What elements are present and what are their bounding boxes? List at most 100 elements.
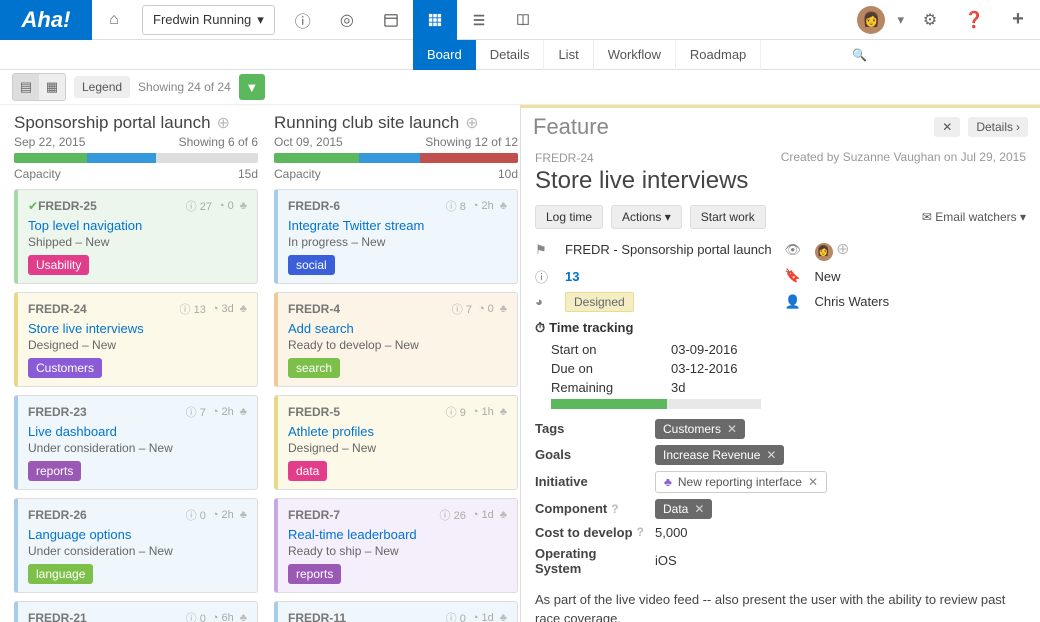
sitemap-icon[interactable]: ♣ — [500, 612, 507, 622]
capacity-value: 15d — [238, 167, 258, 181]
cost-value[interactable]: 5,000 — [655, 525, 688, 540]
feature-card[interactable]: FREDR-4ⓘ 7◔ 0♣Add searchReady to develop… — [274, 292, 518, 387]
feature-card[interactable]: FREDR-21ⓘ 0◔ 6h♣Highlight tour stagesUnd… — [14, 601, 258, 622]
score-link[interactable]: 13 — [565, 269, 777, 284]
user-avatar[interactable]: 👩 — [849, 0, 893, 40]
target-icon[interactable]: ◎ — [325, 0, 369, 40]
tag-chip[interactable]: Customers✕ — [655, 419, 745, 439]
feature-title[interactable]: Store live interviews — [535, 167, 1026, 195]
sitemap-icon[interactable]: ♣ — [500, 509, 507, 521]
log-time-button[interactable]: Log time — [535, 205, 603, 229]
remove-tag-icon[interactable]: ✕ — [727, 422, 737, 436]
sitemap-icon[interactable]: ♣ — [240, 509, 247, 521]
card-name[interactable]: Real-time leaderboard — [288, 527, 507, 542]
feature-card[interactable]: FREDR-7ⓘ 26◔ 1d♣Real-time leaderboardRea… — [274, 498, 518, 593]
tab-details[interactable]: Details — [476, 40, 545, 70]
chevron-right-icon: › — [1016, 120, 1020, 134]
feature-card[interactable]: FREDR-11ⓘ 0◔ 1d♣Fan photos of the day — [274, 601, 518, 622]
tab-board[interactable]: Board — [413, 40, 476, 70]
filter-button[interactable]: ▼ — [239, 74, 265, 100]
book-icon[interactable] — [501, 0, 545, 40]
board-icon[interactable] — [413, 0, 457, 40]
sitemap-icon[interactable]: ♣ — [500, 200, 507, 212]
add-icon[interactable]: + — [996, 0, 1040, 40]
sitemap-icon[interactable]: ♣ — [240, 200, 247, 212]
release-link[interactable]: FREDR - Sponsorship portal launch — [565, 242, 777, 257]
initiative-chip[interactable]: ♣New reporting interface✕ — [655, 471, 827, 493]
feature-panel: Feature ✕ Details › FREDR-24 Created by … — [520, 105, 1040, 622]
clock-metric: ◔ 1d — [472, 509, 494, 521]
column-title[interactable]: Sponsorship portal launch — [14, 113, 211, 133]
calendar-icon[interactable] — [369, 0, 413, 40]
feature-card[interactable]: FREDR-23ⓘ 7◔ 2h♣Live dashboardUnder cons… — [14, 395, 258, 490]
card-name[interactable]: Store live interviews — [28, 321, 247, 336]
remove-goal-icon[interactable]: ✕ — [766, 448, 776, 462]
card-name[interactable]: Integrate Twitter stream — [288, 218, 507, 233]
os-value[interactable]: iOS — [655, 553, 677, 568]
panel-details-button[interactable]: Details › — [968, 117, 1028, 137]
due-on-value[interactable]: 03-12-2016 — [671, 361, 1026, 376]
tab-list[interactable]: List — [544, 40, 593, 70]
card-name[interactable]: Language options — [28, 527, 247, 542]
tab-workflow[interactable]: Workflow — [594, 40, 676, 70]
feature-card[interactable]: FREDR-26ⓘ 0◔ 2h♣Language optionsUnder co… — [14, 498, 258, 593]
workflow-status[interactable]: Designed — [565, 292, 634, 312]
release-column: Running club site launch ⊕Oct 09, 2015Sh… — [274, 113, 518, 614]
sitemap-icon[interactable]: ♣ — [240, 303, 247, 315]
gear-icon[interactable]: ⚙ — [908, 0, 952, 40]
start-on-label: Start on — [551, 342, 651, 357]
created-by: Created by Suzanne Vaughan on Jul 29, 20… — [781, 150, 1026, 164]
remove-component-icon[interactable]: ✕ — [694, 502, 704, 516]
remove-initiative-icon[interactable]: ✕ — [808, 475, 818, 489]
add-feature-icon[interactable]: ⊕ — [465, 113, 478, 133]
workspace-selector[interactable]: Fredwin Running ▾ — [142, 5, 275, 35]
legend-button[interactable]: Legend — [74, 76, 130, 98]
remaining-value[interactable]: 3d — [671, 380, 1026, 395]
card-name[interactable]: Top level navigation — [28, 218, 247, 233]
help-icon[interactable]: ❓ — [952, 0, 996, 40]
card-ref: FREDR-26 — [28, 508, 186, 522]
sitemap-icon[interactable]: ♣ — [240, 612, 247, 622]
search-input[interactable] — [871, 46, 1032, 65]
watchers-row[interactable]: 👩 ⊕ — [815, 239, 1027, 261]
close-panel-button[interactable]: ✕ — [934, 117, 960, 137]
card-tag: Customers — [28, 358, 102, 378]
card-ref: FREDR-24 — [28, 302, 180, 316]
feature-card[interactable]: FREDR-5ⓘ 9◔ 1h♣Athlete profilesDesigned … — [274, 395, 518, 490]
add-watcher-icon[interactable]: ⊕ — [836, 241, 849, 258]
sitemap-icon[interactable]: ♣ — [500, 303, 507, 315]
view-grid-icon[interactable]: ▦ — [39, 74, 65, 100]
component-chip[interactable]: Data✕ — [655, 499, 712, 519]
card-name[interactable]: Live dashboard — [28, 424, 247, 439]
status-new[interactable]: New — [815, 269, 1027, 284]
feature-card[interactable]: ✔ FREDR-25ⓘ 27◔ 0♣Top level navigationSh… — [14, 189, 258, 284]
view-compact-icon[interactable]: ▤ — [13, 74, 39, 100]
feature-description[interactable]: As part of the live video feed -- also p… — [535, 590, 1026, 622]
start-on-value[interactable]: 03-09-2016 — [671, 342, 1026, 357]
card-name[interactable]: Athlete profiles — [288, 424, 507, 439]
sitemap-icon[interactable]: ♣ — [240, 406, 247, 418]
add-feature-icon[interactable]: ⊕ — [217, 113, 230, 133]
column-title[interactable]: Running club site launch — [274, 113, 459, 133]
help-icon[interactable]: ? — [637, 525, 644, 539]
info-icon[interactable]: ⓘ — [281, 0, 325, 40]
avatar-caret-icon[interactable]: ▾ — [893, 12, 908, 28]
email-watchers-button[interactable]: ✉ Email watchers ▾ — [922, 210, 1026, 224]
actions-button[interactable]: Actions ▾ — [611, 205, 682, 229]
help-icon[interactable]: ? — [611, 502, 618, 516]
card-status: Under consideration – New — [28, 441, 247, 455]
start-work-button[interactable]: Start work — [690, 205, 766, 229]
list-icon[interactable] — [457, 0, 501, 40]
card-name[interactable]: Add search — [288, 321, 507, 336]
time-tracking-head: ⏱ Time tracking — [535, 320, 1026, 336]
tab-roadmap[interactable]: Roadmap — [676, 40, 761, 70]
assignee[interactable]: Chris Waters — [815, 294, 1027, 309]
feature-card[interactable]: FREDR-24ⓘ 13◔ 3d♣Store live interviewsDe… — [14, 292, 258, 387]
feature-card[interactable]: FREDR-6ⓘ 8◔ 2h♣Integrate Twitter streamI… — [274, 189, 518, 284]
goal-chip[interactable]: Increase Revenue✕ — [655, 445, 784, 465]
sitemap-icon[interactable]: ♣ — [500, 406, 507, 418]
home-icon[interactable]: ⌂ — [92, 0, 136, 40]
logo[interactable]: Aha! — [0, 0, 92, 40]
tags-label: Tags — [535, 421, 645, 436]
clock-metric: ◔ 1d — [472, 612, 494, 622]
